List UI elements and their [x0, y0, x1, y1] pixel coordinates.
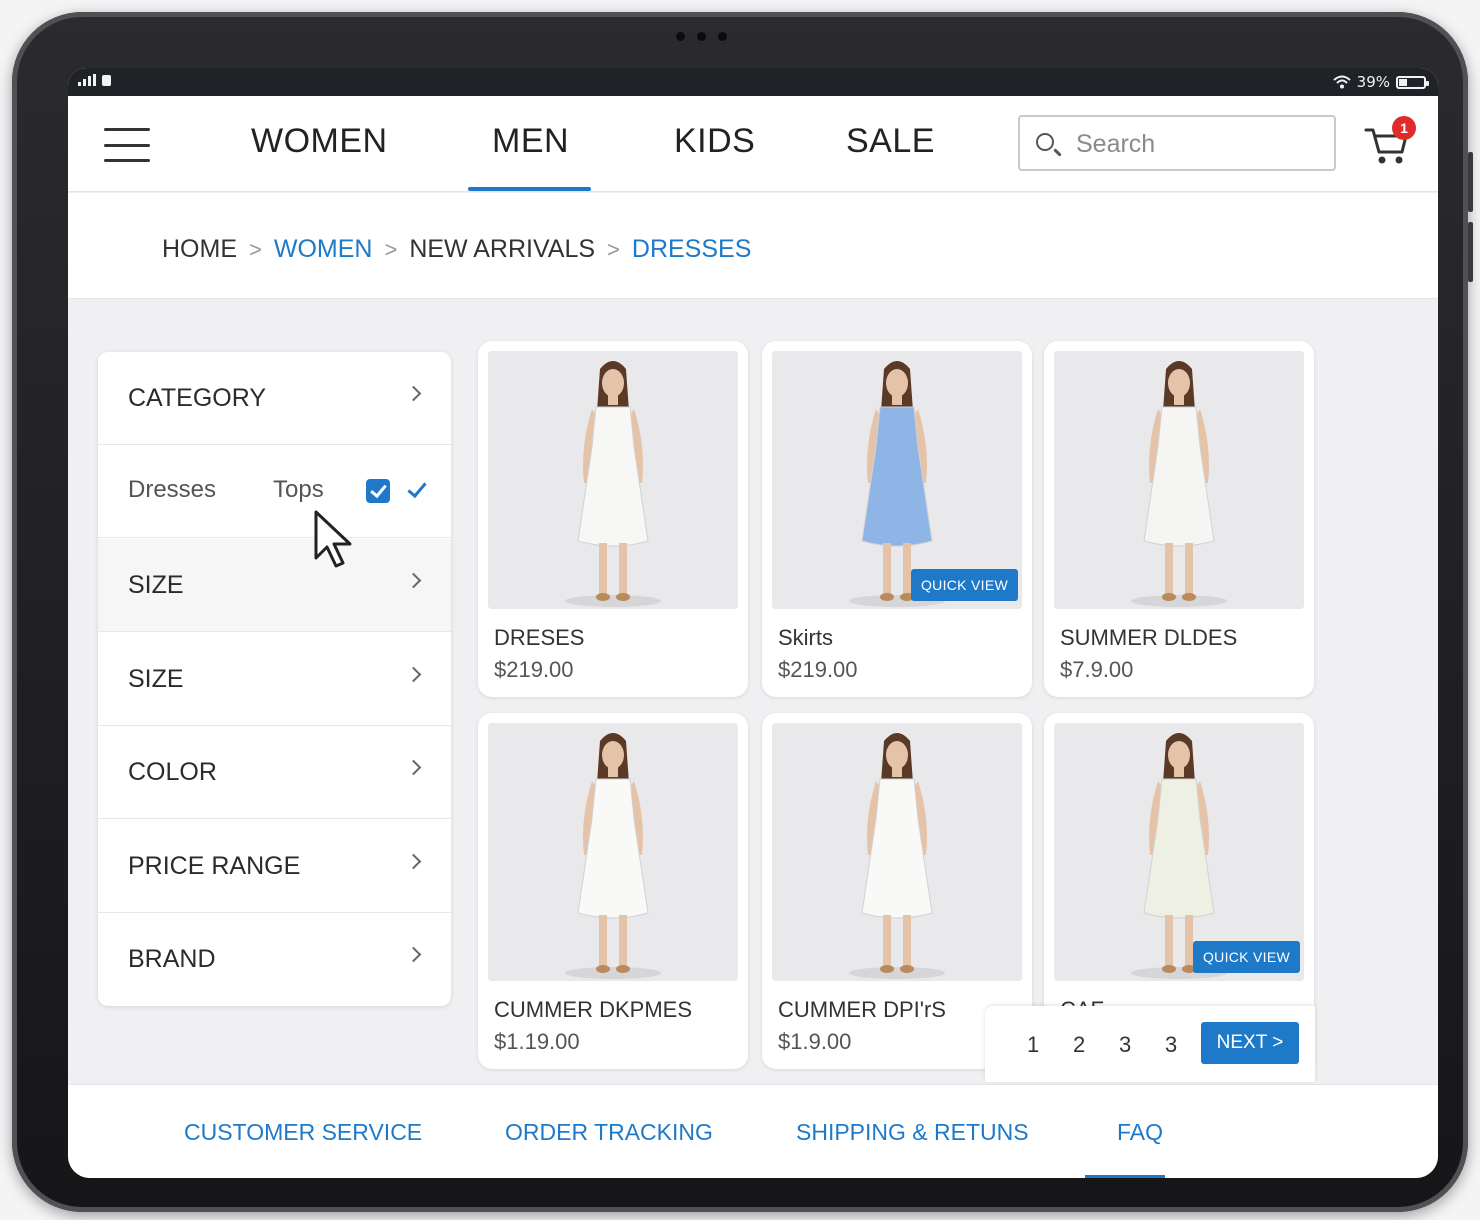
- product-image: [772, 723, 1022, 981]
- checkmark-icon[interactable]: [408, 479, 422, 499]
- product-image: [488, 351, 738, 609]
- filter-size[interactable]: SIZE: [98, 539, 451, 632]
- model-illustration: [772, 723, 1022, 981]
- battery-icon: [1396, 75, 1429, 89]
- breadcrumb-separator-icon: >: [384, 236, 398, 262]
- filter-label: SIZE: [128, 571, 184, 599]
- filter-label: COLOR: [128, 758, 217, 786]
- footer-active-indicator: [1085, 1175, 1165, 1178]
- option-tops[interactable]: Tops: [273, 476, 324, 504]
- footer: CUSTOMER SERVICE ORDER TRACKING SHIPPING…: [68, 1084, 1438, 1178]
- model-illustration: [1054, 351, 1304, 609]
- next-page-button[interactable]: NEXT >: [1201, 1022, 1299, 1064]
- search-icon: [1036, 133, 1054, 151]
- nav-tab-women[interactable]: WOMEN: [251, 122, 388, 161]
- breadcrumb-home[interactable]: HOME: [162, 235, 237, 264]
- tops-checkbox[interactable]: [366, 479, 390, 503]
- footer-customer-service[interactable]: CUSTOMER SERVICE: [184, 1119, 422, 1146]
- menu-icon[interactable]: [104, 128, 150, 162]
- product-card[interactable]: SUMMER DLDES $7.9.00: [1044, 341, 1314, 697]
- breadcrumb-bar: HOME > WOMEN > NEW ARRIVALS > DRESSES: [68, 193, 1438, 299]
- nav-tab-sale[interactable]: SALE: [846, 122, 935, 161]
- product-price: $219.00: [778, 657, 858, 682]
- app-screen: 39% WOMEN MEN KIDS SALE 1: [68, 68, 1438, 1178]
- battery-percent: 39%: [1356, 73, 1390, 91]
- search-input[interactable]: [1076, 127, 1326, 161]
- product-name: CUMMER DKPMES: [494, 997, 693, 1022]
- product-price: $7.9.00: [1060, 657, 1134, 682]
- cart-count-badge: 1: [1392, 116, 1416, 140]
- signal-icon: [78, 74, 96, 86]
- filter-label: PRICE RANGE: [128, 852, 301, 880]
- category-options: Dresses Tops: [98, 446, 451, 538]
- lock-icon: [102, 75, 111, 86]
- page-3-link[interactable]: 3: [1119, 1032, 1131, 1058]
- breadcrumb-separator-icon: >: [607, 236, 620, 262]
- page-3-link[interactable]: 3: [1165, 1032, 1177, 1058]
- cart-button[interactable]: 1: [1364, 116, 1416, 168]
- product-image: [488, 723, 738, 981]
- footer-faq[interactable]: FAQ: [1117, 1119, 1163, 1146]
- chevron-right-icon: [405, 572, 422, 589]
- product-card[interactable]: CUMMER DKPMES $1.19.00: [478, 713, 748, 1069]
- model-illustration: [488, 351, 738, 609]
- chevron-right-icon: [405, 853, 422, 870]
- footer-shipping-returns[interactable]: SHIPPING & RETUNS: [796, 1119, 1029, 1146]
- page-2-link[interactable]: 2: [1073, 1032, 1085, 1058]
- model-illustration: [488, 723, 738, 981]
- chevron-right-icon: [405, 759, 422, 776]
- breadcrumb-women[interactable]: WOMEN: [274, 235, 373, 264]
- tablet-frame: 39% WOMEN MEN KIDS SALE 1: [12, 12, 1473, 1212]
- active-tab-indicator: [468, 187, 591, 191]
- product-price: $1.9.00: [778, 1029, 852, 1054]
- product-name: DRESES: [494, 625, 585, 650]
- filter-size-2[interactable]: SIZE: [98, 633, 451, 726]
- side-button: [1468, 152, 1473, 212]
- mouse-cursor-icon: [314, 510, 352, 568]
- side-button: [1468, 222, 1473, 282]
- top-nav: WOMEN MEN KIDS SALE 1: [68, 96, 1438, 192]
- chevron-right-icon: [405, 666, 422, 683]
- filter-category[interactable]: CATEGORY: [98, 352, 451, 445]
- product-name: Skirts: [778, 625, 833, 650]
- quick-view-button[interactable]: QUICK VIEW: [1192, 941, 1300, 973]
- product-name: CUMMER DPI'rS: [778, 997, 946, 1022]
- filter-color[interactable]: COLOR: [98, 726, 451, 819]
- filter-price-range[interactable]: PRICE RANGE: [98, 820, 451, 913]
- product-price: $1.19.00: [494, 1029, 580, 1054]
- product-card[interactable]: DRESES $219.00: [478, 341, 748, 697]
- chevron-right-icon: [405, 946, 422, 963]
- breadcrumb-dresses[interactable]: DRESSES: [632, 235, 751, 264]
- nav-tab-men[interactable]: MEN: [492, 122, 569, 161]
- breadcrumb-separator-icon: >: [249, 236, 262, 262]
- filter-brand[interactable]: BRAND: [98, 913, 451, 1006]
- status-bar: 39%: [68, 68, 1438, 96]
- filter-panel: CATEGORY Dresses Tops SIZE SIZE COLOR PR…: [98, 352, 451, 1006]
- quick-view-button[interactable]: QUICK VIEW: [910, 569, 1018, 601]
- footer-order-tracking[interactable]: ORDER TRACKING: [505, 1119, 713, 1146]
- product-image: [1054, 351, 1304, 609]
- filter-label: BRAND: [128, 945, 216, 973]
- nav-tab-kids[interactable]: KIDS: [674, 122, 755, 161]
- wifi-icon: [1332, 75, 1351, 89]
- option-dresses[interactable]: Dresses: [128, 476, 216, 504]
- product-name: SUMMER DLDES: [1060, 625, 1238, 650]
- product-card[interactable]: QUICK VIEW Skirts $219.00: [762, 341, 1032, 697]
- front-camera: [676, 28, 746, 41]
- search-box[interactable]: [1018, 115, 1336, 171]
- page-1-link[interactable]: 1: [1027, 1032, 1039, 1058]
- breadcrumb-new-arrivals[interactable]: NEW ARRIVALS: [409, 235, 595, 264]
- pagination: 1 2 3 3 NEXT >: [985, 1006, 1315, 1082]
- product-price: $219.00: [494, 657, 574, 682]
- filter-label: CATEGORY: [128, 384, 266, 412]
- filter-label: SIZE: [128, 665, 184, 693]
- breadcrumb: HOME > WOMEN > NEW ARRIVALS > DRESSES: [162, 235, 751, 264]
- chevron-right-icon: [405, 385, 422, 402]
